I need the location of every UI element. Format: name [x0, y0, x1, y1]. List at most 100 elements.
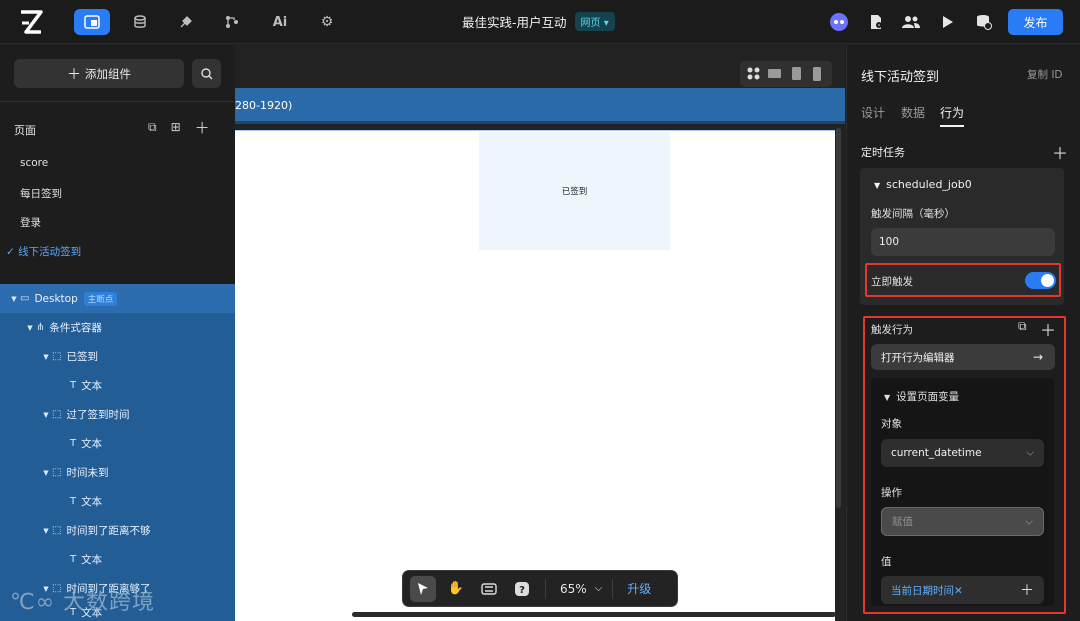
search-icon: [200, 67, 212, 79]
check-icon: ✓: [6, 246, 19, 258]
top-bar: Ai ⚙ 最佳实践-用户互动 网页 ▾ 发布: [0, 0, 1080, 44]
tree-node-conditional-container[interactable]: ▼ ⋔ 条件式容器: [0, 313, 235, 342]
add-value-icon[interactable]: ＋: [1020, 580, 1034, 600]
ai-assistant-icon[interactable]: [828, 11, 850, 33]
tree-node-text[interactable]: T 文本: [0, 545, 235, 574]
expand-icon[interactable]: ▼: [40, 469, 52, 477]
app-title-wrap: 最佳实践-用户互动 网页 ▾: [462, 12, 615, 31]
deploy-icon[interactable]: [973, 11, 995, 33]
pages-icon[interactable]: [74, 9, 110, 35]
signed-container[interactable]: 已签到: [479, 132, 670, 250]
device-switcher: [740, 61, 832, 87]
open-action-editor-button[interactable]: 打开行为编辑器 →: [871, 344, 1055, 370]
action-header[interactable]: ▼ 设置页面变量: [884, 389, 959, 404]
tree-node-text[interactable]: T 文本: [0, 487, 235, 516]
upgrade-link[interactable]: 升级: [627, 580, 651, 597]
database-icon[interactable]: [122, 9, 158, 35]
divider: [545, 578, 546, 599]
expand-icon[interactable]: ▼: [40, 353, 52, 361]
page-item-offline-signin[interactable]: ✓ 线下活动签到: [6, 244, 81, 259]
add-action-icon[interactable]: ＋: [1040, 317, 1056, 341]
expand-icon[interactable]: ▼: [40, 527, 52, 535]
scheduled-job-header[interactable]: ▼ scheduled_job0: [874, 178, 972, 191]
immediate-trigger-toggle[interactable]: [1025, 272, 1056, 289]
grid-view-icon[interactable]: [747, 67, 760, 80]
expand-icon[interactable]: ▼: [24, 324, 36, 332]
app-logo[interactable]: [18, 9, 44, 35]
action-title: 设置页面变量: [896, 391, 960, 403]
select-tool[interactable]: [410, 575, 436, 602]
platform-badge[interactable]: 网页 ▾: [574, 12, 615, 31]
interval-input[interactable]: 100: [871, 228, 1055, 256]
immediate-trigger-label: 立即触发: [871, 276, 913, 288]
folder-add-icon[interactable]: ⊞: [171, 120, 181, 138]
vertical-scrollbar[interactable]: [836, 128, 841, 508]
object-select[interactable]: current_datetime ⌵: [881, 439, 1044, 467]
plugin-icon[interactable]: [168, 9, 204, 35]
page-item-daily-signin[interactable]: 每日签到: [20, 186, 62, 201]
add-scheduled-task-icon[interactable]: ＋: [1052, 140, 1068, 164]
play-icon[interactable]: [937, 11, 959, 33]
users-icon[interactable]: [900, 11, 922, 33]
tree-node-signed[interactable]: ▼ ⬚ 已签到: [0, 342, 235, 371]
tree-node-label: 文本: [81, 438, 103, 450]
gear-icon[interactable]: ⚙: [309, 9, 345, 35]
app-title: 最佳实践-用户互动: [462, 15, 567, 30]
tree-node-text[interactable]: T 文本: [0, 429, 235, 458]
tree-node-too-far[interactable]: ▼ ⬚ 时间到了距离不够: [0, 516, 235, 545]
tree-node-label: 文本: [81, 554, 103, 566]
branch-icon: ⋔: [36, 322, 45, 333]
active-tab-indicator: [940, 125, 964, 127]
hand-tool[interactable]: ✋: [443, 576, 469, 602]
copy-id-button[interactable]: 复制 ID: [1027, 67, 1063, 82]
tab-behavior[interactable]: 行为: [940, 104, 964, 121]
tree-node-desktop[interactable]: ▼ ▭ Desktop 主断点: [0, 284, 235, 313]
publish-button[interactable]: 发布: [1008, 9, 1063, 35]
text-icon: T: [70, 554, 77, 565]
zoom-select[interactable]: 65% ⌵: [560, 582, 602, 596]
help-tool[interactable]: ?: [509, 576, 535, 602]
object-select-value: current_datetime: [891, 447, 982, 459]
comment-tool[interactable]: [476, 576, 502, 602]
document-icon[interactable]: [865, 11, 887, 33]
expand-icon[interactable]: ▼: [8, 295, 20, 303]
tree-node-not-yet[interactable]: ▼ ⬚ 时间未到: [0, 458, 235, 487]
tab-data[interactable]: 数据: [901, 104, 925, 121]
value-input[interactable]: 当前日期时间✕ ＋: [881, 576, 1044, 604]
plus-icon: ＋: [67, 66, 81, 83]
page-item-login[interactable]: 登录: [20, 215, 41, 230]
divider: [0, 101, 235, 102]
text-icon: T: [70, 380, 77, 391]
flow-icon[interactable]: [214, 9, 250, 35]
tab-design[interactable]: 设计: [861, 104, 885, 121]
mobile-view-icon[interactable]: [813, 67, 821, 81]
operation-select[interactable]: 赋值 ⌵: [881, 507, 1044, 536]
add-component-button[interactable]: ＋ 添加组件: [14, 59, 184, 88]
monitor-icon: ▭: [20, 293, 30, 304]
tree-node-label: 时间未到: [66, 467, 109, 479]
add-page-icon[interactable]: ＋: [195, 117, 210, 138]
desktop-view-icon[interactable]: [768, 69, 781, 78]
scheduled-job-name: scheduled_job0: [886, 178, 972, 191]
duplicate-page-icon[interactable]: ⧉: [148, 120, 157, 138]
duplicate-action-icon[interactable]: ⧉: [1018, 319, 1027, 334]
divider: [612, 578, 614, 599]
tree-node-text[interactable]: T 文本: [0, 371, 235, 400]
tablet-view-icon[interactable]: [792, 67, 801, 80]
ai-icon[interactable]: Ai: [262, 9, 298, 35]
chevron-down-icon: ⌵: [1026, 447, 1034, 459]
arrow-right-icon: →: [1032, 350, 1043, 364]
tree-node-label: 条件式容器: [49, 322, 102, 334]
horizontal-scrollbar[interactable]: [352, 612, 836, 617]
container-icon: ⬚: [52, 351, 62, 362]
main-breakpoint-badge: 主断点: [83, 291, 118, 306]
tree-node-label: 过了签到时间: [66, 409, 130, 421]
tree-node-past-time[interactable]: ▼ ⬚ 过了签到时间: [0, 400, 235, 429]
page-item-score[interactable]: score: [20, 157, 48, 169]
tree-node-label: 已签到: [66, 351, 98, 363]
tree-node-label: Desktop: [34, 292, 78, 305]
expand-icon[interactable]: ▼: [40, 411, 52, 419]
value-pill[interactable]: 当前日期时间✕: [891, 583, 963, 598]
add-component-label: 添加组件: [85, 66, 131, 81]
search-button[interactable]: [192, 59, 221, 88]
